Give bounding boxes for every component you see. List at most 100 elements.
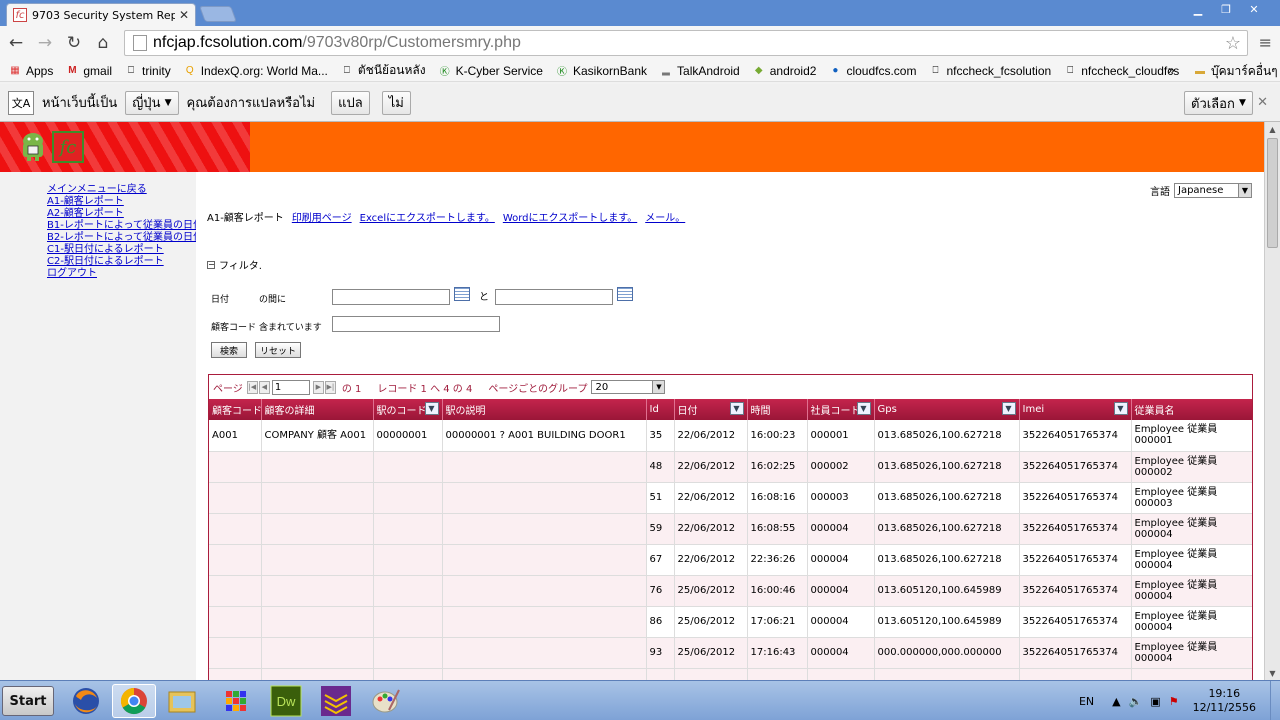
other-bookmarks-folder[interactable]: ▬ บุ๊คมาร์คอื่นๆ [1193,62,1278,81]
reader-app-icon[interactable] [314,684,358,718]
scroll-up-icon[interactable]: ▲ [1265,122,1280,136]
customer-code-input[interactable] [332,316,500,332]
date-from-input[interactable] [332,289,450,305]
bookmark-gmail[interactable]: Mgmail [65,64,112,78]
table-row[interactable]: 76 25/06/2012 16:00:46 000004 013.605120,100… [209,575,1252,607]
column-dropdown-icon[interactable]: ▼ [1113,402,1128,415]
column-header[interactable]: 顧客コード [209,399,262,420]
calendar-icon[interactable] [454,287,470,301]
bookmark-cloudfcs[interactable]: ● cloudfcs.com [828,64,916,78]
table-row[interactable]: A001 COMPANY 顧客 A001 00000001 00000001 ? A0… [209,420,1252,452]
column-header[interactable]: Id [646,399,675,420]
sidebar-link-b2[interactable]: B2-レポートによって従業員の日付 [47,232,203,244]
bookmarks-overflow-icon[interactable]: » [1168,63,1175,77]
home-icon[interactable]: ⌂ [90,30,116,56]
back-icon[interactable]: ← [3,30,29,56]
volume-icon[interactable]: 🔈 [1129,695,1143,708]
sidebar-link-b1[interactable]: B1-レポートによって従業員の日付 [47,220,203,232]
bookmark-indexq[interactable]: Q IndexQ.org: World Ma... [183,64,328,78]
translate-button[interactable]: แปล [331,90,370,115]
first-page-icon[interactable]: |◀ [246,380,258,394]
column-header[interactable]: 社員コード ▼ [807,399,875,420]
column-dropdown-icon[interactable]: ▼ [424,402,439,415]
close-translate-icon[interactable]: ✕ [1257,95,1268,110]
table-row[interactable]: 86 25/06/2012 17:06:21 000004 013.605120,100… [209,606,1252,638]
export-excel-link[interactable]: Excelにエクスポートします。 [360,209,495,224]
browser-tab[interactable]: fc 9703 Security System Repor ✕ [6,3,196,26]
paint-icon[interactable] [364,684,408,718]
translate-options-button[interactable]: ตัวเลือก ▼ [1184,91,1253,115]
column-header[interactable]: Imei ▼ [1019,399,1132,420]
table-row[interactable]: 51 22/06/2012 16:08:16 000003 013.685026,100… [209,482,1252,514]
bookmark-nfccheck-fcsolution[interactable]: ⎕ nfccheck_fcsolution [928,64,1051,78]
sidebar-link-main-menu[interactable]: メインメニューに戻る [47,184,196,196]
bookmark-android2[interactable]: ◆ android2 [752,64,817,78]
file-explorer-icon[interactable] [160,684,204,718]
show-hidden-icons-icon[interactable]: ▲ [1112,695,1120,708]
address-bar[interactable]: nfcjap.fcsolution.com /9703v80rp/Custome… [124,30,1248,56]
network-icon[interactable]: ▣ [1150,695,1160,708]
page-size-select[interactable]: 20 ▼ [591,380,666,394]
column-header[interactable]: 顧客の詳細 [261,399,374,420]
email-link[interactable]: メール。 [645,209,685,224]
maximize-icon[interactable]: ❐ [1212,0,1240,18]
column-header[interactable]: 時間 [747,399,808,420]
filter-toggle[interactable]: − フィルタ. [207,257,262,272]
tab-close-icon[interactable]: ✕ [179,8,189,22]
table-row[interactable]: 93 25/06/2012 17:16:43 000004 000.000000,000… [209,637,1252,669]
reload-icon[interactable]: ↻ [61,30,87,56]
table-row[interactable]: 67 22/06/2012 22:36:26 000004 013.685026,100… [209,544,1252,576]
column-header[interactable]: 駅のコード ▼ [373,399,443,420]
forward-icon[interactable]: → [32,30,58,56]
show-desktop-button[interactable] [1270,681,1280,720]
sidebar-link-logout[interactable]: ログアウト [47,268,196,280]
page-number-input[interactable]: 1 [271,379,310,395]
chrome-menu-icon[interactable]: ≡ [1259,33,1272,52]
bookmark-apps[interactable]: ▦ Apps [8,64,53,78]
bookmark-nfccheck-cloudfcs[interactable]: ⎕ nfccheck_cloudfcs [1063,64,1179,78]
table-row[interactable]: 59 22/06/2012 16:08:55 000004 013.685026,100… [209,513,1252,545]
close-window-icon[interactable]: ✕ [1240,0,1268,18]
scrollbar-thumb[interactable] [1267,138,1278,248]
firefox-icon[interactable] [64,684,108,718]
no-translate-button[interactable]: ไม่ [381,90,411,115]
next-page-icon[interactable]: ▶ [312,380,324,394]
source-language-select[interactable]: ญี่ปุ่น ▼ [125,90,179,115]
column-dropdown-icon[interactable]: ▼ [1001,402,1016,415]
chrome-icon[interactable] [112,684,156,718]
sidebar-link-a1[interactable]: A1-顧客レポート [47,196,196,208]
bookmark-talkandroid[interactable]: ▂ TalkAndroid [659,64,740,78]
table-row[interactable]: 48 22/06/2012 16:02:25 000002 013.685026,100… [209,451,1252,483]
dreamweaver-icon[interactable]: Dw [264,684,308,718]
bookmark-star-icon[interactable]: ☆ [1225,33,1241,54]
export-word-link[interactable]: Wordにエクスポートします。 [503,209,637,224]
bookmark-kcyber[interactable]: Ⓚ K-Cyber Service [438,64,543,79]
sidebar-link-c2[interactable]: C2-駅日付によるレポート [47,256,196,268]
input-language[interactable]: EN [1079,695,1094,708]
sidebar-link-a2[interactable]: A2-顧客レポート [47,208,196,220]
minimize-icon[interactable]: ▁ [1184,0,1212,18]
new-tab-button[interactable] [199,6,237,22]
sidebar-link-c1[interactable]: C1-駅日付によるレポート [47,244,196,256]
scroll-down-icon[interactable]: ▼ [1265,666,1280,680]
column-header[interactable]: 日付 ▼ [674,399,748,420]
last-page-icon[interactable]: ▶| [324,380,336,394]
bookmark-kasikorn[interactable]: Ⓚ KasikornBank [555,64,647,79]
search-button[interactable]: 検索 [211,342,247,358]
print-page-link[interactable]: 印刷用ページ [292,209,352,224]
column-header[interactable]: 駅の説明 [442,399,647,420]
column-header[interactable]: Gps ▼ [874,399,1020,420]
bookmark-trinity[interactable]: ⎕ trinity [124,64,171,78]
app-grid-icon[interactable] [214,684,258,718]
bookmark-index-history[interactable]: ⎕ ตัชนีย้อนหลัง [340,61,426,80]
date-to-input[interactable] [495,289,613,305]
column-dropdown-icon[interactable]: ▼ [856,402,871,415]
reset-button[interactable]: リセット [255,342,301,358]
clock[interactable]: 19:16 12/11/2556 [1193,687,1256,715]
column-dropdown-icon[interactable]: ▼ [729,402,744,415]
calendar-icon[interactable] [617,287,633,301]
action-center-icon[interactable]: ⚑ [1169,695,1179,708]
column-header[interactable]: 従業員名 [1131,399,1252,420]
page-scrollbar[interactable]: ▲ ▼ [1264,122,1280,680]
start-button[interactable]: Start [2,686,54,716]
